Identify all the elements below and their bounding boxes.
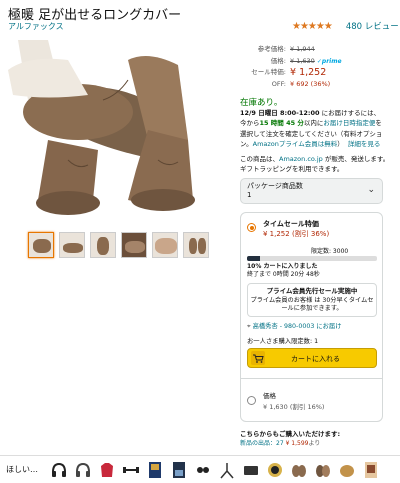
deal-name: タイムセール特価	[263, 220, 319, 228]
details-link[interactable]: 詳細を見る	[348, 140, 381, 148]
price-label: 価格:	[270, 56, 286, 65]
add-to-cart-button[interactable]: カートに入れる	[247, 348, 377, 368]
delivery-text: 以内に	[303, 119, 324, 128]
offer-divider	[241, 378, 382, 379]
seller-link[interactable]: Amazon.co.jp	[279, 155, 323, 163]
other-sellers-link[interactable]: 新品の出品：27 ¥ 1,599より	[240, 438, 320, 447]
thumbnail-strip	[28, 232, 209, 258]
price-block: 参考価格: ¥ 1,944 価格: ¥ 1,630 ✓prime セール特価: ¥ 1…	[238, 44, 342, 90]
red-apparel-icon[interactable]	[98, 461, 116, 479]
discount-label: OFF:	[271, 79, 286, 88]
add-to-cart-label: カートに入れる	[291, 355, 340, 363]
prime-early-access-box: プライム会員先行セール実施中 プライム会員のお客様 は 30分早くタイムセールに…	[247, 283, 377, 317]
scheduled-delivery-link[interactable]: お届け日時指定便	[323, 119, 375, 127]
location-pin-icon: ⌖	[247, 323, 251, 330]
package-quantity-select[interactable]: パッケージ商品数 1 ⌄	[240, 178, 383, 204]
delivery-date: 12/9 日曜日 8:00-12:00	[240, 109, 320, 117]
list-price-label: 参考価格:	[257, 45, 286, 53]
prime-early-body: プライム会員のお客様 は 30分早くタイムセールに参加できます。	[250, 296, 374, 313]
book-cover-icon[interactable]	[362, 461, 380, 479]
slippers-icon[interactable]	[290, 461, 308, 479]
discount-amount: ¥ 692 (36%)	[290, 79, 331, 88]
deal-claim-limit: 限定数: 3000	[311, 248, 349, 255]
alt-offer-price: ¥ 1,630 (割引 16%)	[263, 403, 325, 411]
dvd-cover-icon[interactable]	[170, 461, 188, 479]
headphones-icon[interactable]	[50, 461, 68, 479]
purchase-limit: お一人さま購入限定数: 1	[247, 338, 319, 345]
badge-product-icon[interactable]	[266, 461, 284, 479]
rating-summary[interactable]: ★★★★★ 480 レビュー	[292, 20, 399, 33]
regular-price-radio[interactable]	[247, 396, 256, 405]
buy-box: タイムセール特価 ¥ 1,252 (割引 36%) 限定数: 3000 10% …	[240, 212, 383, 422]
dvd-cover-icon[interactable]	[146, 461, 164, 479]
package-select-label: パッケージ商品数	[247, 182, 303, 190]
seller-info: この商品は、Amazon.co.jp が販売、発送します。ギフトラッピングを利用…	[240, 155, 390, 175]
delivery-address-link[interactable]: ⌖ 高橋秀杏 - 980-0003 にお届け	[247, 321, 342, 331]
new-offers-count: 27	[276, 440, 284, 447]
sale-price: ¥ 1,252	[290, 67, 327, 79]
prime-free-link[interactable]: Amazonプライム会員は無料	[253, 140, 338, 148]
tripod-icon[interactable]	[218, 461, 236, 479]
thumbnail-2[interactable]	[59, 232, 85, 258]
device-icon[interactable]	[242, 461, 260, 479]
alt-offer-name: 価格	[263, 392, 276, 400]
recommendation-strip: ほしい…	[0, 455, 400, 483]
review-count-link[interactable]: 480 レビュー	[346, 20, 399, 32]
deal-progress-fill	[247, 256, 260, 261]
thumbnail-6[interactable]	[183, 232, 209, 258]
thumbnail-4[interactable]	[121, 232, 147, 258]
new-offers-suffix: より	[308, 440, 321, 447]
deal-radio[interactable]	[247, 223, 256, 232]
fitness-band-icon[interactable]	[122, 461, 140, 479]
new-offers-price: ¥ 1,599	[285, 440, 309, 447]
deal-claimed-text: 10% カートに入りました	[247, 263, 318, 270]
star-rating-icon[interactable]: ★★★★★	[292, 21, 333, 32]
list-price: ¥ 1,944	[290, 45, 315, 53]
delivery-address-text: 高橋秀杏 - 980-0003 にお届け	[252, 323, 342, 330]
brand-link[interactable]: アルファックス	[8, 21, 64, 32]
thumbnail-1[interactable]	[28, 232, 54, 258]
other-sellers-heading: こちらからもご購入いただけます:	[240, 430, 341, 438]
deal-price: ¥ 1,252 (割引 36%)	[263, 230, 330, 238]
chevron-down-icon: ⌄	[367, 185, 375, 195]
deal-countdown: 終了まで 0時間 20分 48秒	[247, 271, 320, 278]
thumbnail-3[interactable]	[90, 232, 116, 258]
thumbnail-5[interactable]	[152, 232, 178, 258]
new-offers-label: 新品の出品：	[240, 440, 277, 447]
sale-price-label: セール特価:	[251, 68, 286, 77]
slippers-icon[interactable]	[338, 461, 356, 479]
seller-text: この商品は、	[240, 155, 279, 163]
cart-icon	[251, 351, 265, 365]
delivery-countdown: 15 時間 45 分	[259, 119, 304, 128]
recommendation-label[interactable]: ほしい…	[6, 464, 44, 475]
slippers-icon[interactable]	[314, 461, 332, 479]
earbuds-icon[interactable]	[194, 461, 212, 479]
package-select-value: 1	[247, 191, 252, 199]
deal-status: 10% カートに入りました 終了まで 0時間 20分 48秒	[247, 263, 320, 279]
stock-status: 在庫あり。	[240, 98, 283, 108]
product-main-image[interactable]	[8, 40, 228, 220]
deal-progress-bar	[247, 256, 377, 261]
prime-early-heading: プライム会員先行セール実施中	[266, 287, 358, 295]
delivery-text: ）	[337, 140, 344, 149]
regular-price: ¥ 1,630	[290, 56, 315, 65]
delivery-info: 12/9 日曜日 8:00-12:00 にお届けするには、今から15 時間 45…	[240, 108, 386, 150]
headphones-icon[interactable]	[74, 461, 92, 479]
prime-badge: ✓prime	[316, 57, 342, 65]
